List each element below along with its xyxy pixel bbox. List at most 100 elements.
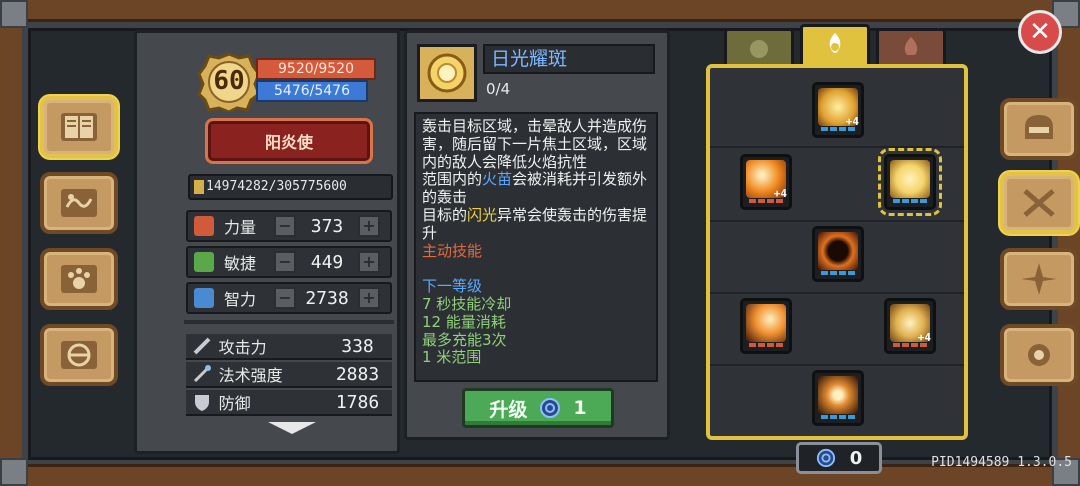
stat-label: 力量 (224, 218, 257, 237)
fire-wave-icon (746, 304, 786, 342)
bestiary-book-button[interactable] (40, 248, 118, 310)
next-level-stat: 1 米范围 (422, 348, 482, 367)
feather-icon (194, 252, 214, 272)
skill-node[interactable] (812, 226, 864, 282)
skill-node-selected[interactable] (878, 148, 942, 216)
stat-label: 敏捷 (224, 254, 257, 273)
wand-icon (193, 365, 211, 383)
tab-gear[interactable] (724, 28, 794, 64)
node-level-pips (893, 199, 927, 203)
scroll-down-arrow-icon[interactable] (268, 422, 316, 434)
increase-strength-button[interactable]: + (358, 215, 380, 237)
attribute-row-attack: 攻击力 338 (186, 334, 392, 360)
map-icon (61, 189, 97, 217)
gear-icon (1028, 344, 1050, 366)
close-icon: ✕ (1029, 17, 1051, 47)
corner-stone (0, 458, 28, 486)
description-text: 范围内的火苗会被消耗并引发额外的轰击 (422, 170, 648, 207)
experience-text: 14974282/305775600 (206, 179, 347, 194)
helmet-book-button[interactable] (1000, 98, 1078, 160)
crossed-swords-icon (1023, 189, 1055, 217)
tree-divider (710, 220, 964, 222)
experience-fill (194, 180, 204, 194)
frame-bottom-beam (0, 464, 1080, 486)
paw-icon (61, 265, 97, 293)
skill-node[interactable]: +4 (740, 154, 792, 210)
sword-icon (193, 337, 211, 355)
skill-node[interactable] (740, 298, 792, 354)
node-level-pips (821, 127, 855, 131)
skill-point-icon (540, 398, 561, 418)
tab-fire[interactable] (876, 28, 946, 64)
shield-icon (195, 395, 209, 411)
upgrade-cost: 1 (573, 397, 587, 419)
upgrade-label: 升级 (489, 398, 528, 421)
skill-node[interactable]: +4 (884, 298, 936, 354)
wheel-icon (61, 341, 97, 369)
increase-intelligence-button[interactable]: + (358, 287, 380, 309)
hp-bar: 9520/9520 (256, 58, 376, 80)
tree-divider (710, 364, 964, 366)
decrease-strength-button[interactable]: − (274, 215, 296, 237)
upgrade-button[interactable]: 升级 1 (462, 388, 614, 428)
skill-point-icon (816, 448, 835, 468)
gear-icon (750, 40, 768, 58)
sun-flare-icon (427, 53, 467, 93)
decrease-agility-button[interactable]: − (274, 251, 296, 273)
player-level: 60 (213, 66, 245, 96)
class-name: 阳炎使 (264, 133, 313, 152)
node-level-pips (749, 199, 783, 203)
node-level-pips (821, 271, 855, 275)
book-icon (61, 113, 97, 141)
journal-book-button[interactable] (40, 96, 118, 158)
attribute-value: 1786 (335, 391, 380, 413)
mp-bar: 5476/5476 (256, 80, 368, 102)
skill-description: 轰击目标区域，击晕敌人并造成伤害，随后留下一片焦土区域，区域内的敌人会降低火焰抗… (414, 112, 658, 382)
stat-row-agility: 敏捷 − 449 + (186, 246, 392, 278)
vehicle-book-button[interactable] (40, 324, 118, 386)
skill-name: 日光耀斑 (483, 44, 655, 74)
description-text: 目标的闪光异常会使轰击的伤害提升 (422, 205, 648, 242)
experience-bar: 14974282/305775600 (188, 174, 393, 200)
decrease-intelligence-button[interactable]: − (274, 287, 296, 309)
corner-stone (0, 0, 28, 28)
next-level-stat: 最多充能3次 (422, 330, 507, 349)
skill-points-counter: 0 (796, 442, 882, 474)
skill-node[interactable] (812, 370, 864, 426)
skill-icon-frame (417, 44, 477, 102)
sun-flare-icon (890, 160, 930, 198)
frame-right-beam (1058, 0, 1080, 486)
tab-sun[interactable] (800, 24, 870, 64)
skills-book-button[interactable] (1000, 172, 1078, 234)
skill-node[interactable]: +4 (812, 82, 864, 138)
fire-icon (904, 37, 918, 55)
tree-divider (710, 292, 964, 294)
class-title-badge: 阳炎使 (205, 118, 373, 164)
frame-top-beam (0, 0, 1080, 22)
settings-book-button[interactable] (1000, 324, 1078, 386)
compass-book-button[interactable] (1000, 248, 1078, 310)
tree-divider (710, 146, 964, 148)
compass-icon (1021, 263, 1057, 295)
stat-value: 373 (310, 215, 344, 237)
skill-points-amount: 0 (849, 447, 863, 469)
fist-icon (194, 216, 214, 236)
close-button[interactable]: ✕ (1018, 10, 1062, 54)
map-book-button[interactable] (40, 172, 118, 234)
description-text: 轰击目标区域，击晕敌人并造成伤害，随后留下一片焦土区域，区域内的敌人会降低火焰抗… (422, 117, 648, 171)
stat-value: 2738 (305, 287, 349, 309)
node-level-pips (893, 343, 927, 347)
attribute-row-spell-power: 法术强度 2883 (186, 362, 392, 388)
version-label: PID1494589 1.3.0.5 (931, 455, 1072, 470)
attribute-label: 攻击力 (218, 338, 267, 357)
node-level-pips (821, 415, 855, 419)
skill-level: 0/4 (486, 80, 511, 98)
skill-type: 主动技能 (422, 241, 483, 260)
node-level-pips (749, 343, 783, 347)
next-level-stat: 7 秒技能冷却 (422, 294, 512, 313)
increase-agility-button[interactable]: + (358, 251, 380, 273)
attribute-value: 2883 (335, 363, 380, 385)
helmet-icon (1025, 115, 1053, 139)
stat-row-strength: 力量 − 373 + (186, 210, 392, 242)
book-icon (194, 288, 214, 308)
